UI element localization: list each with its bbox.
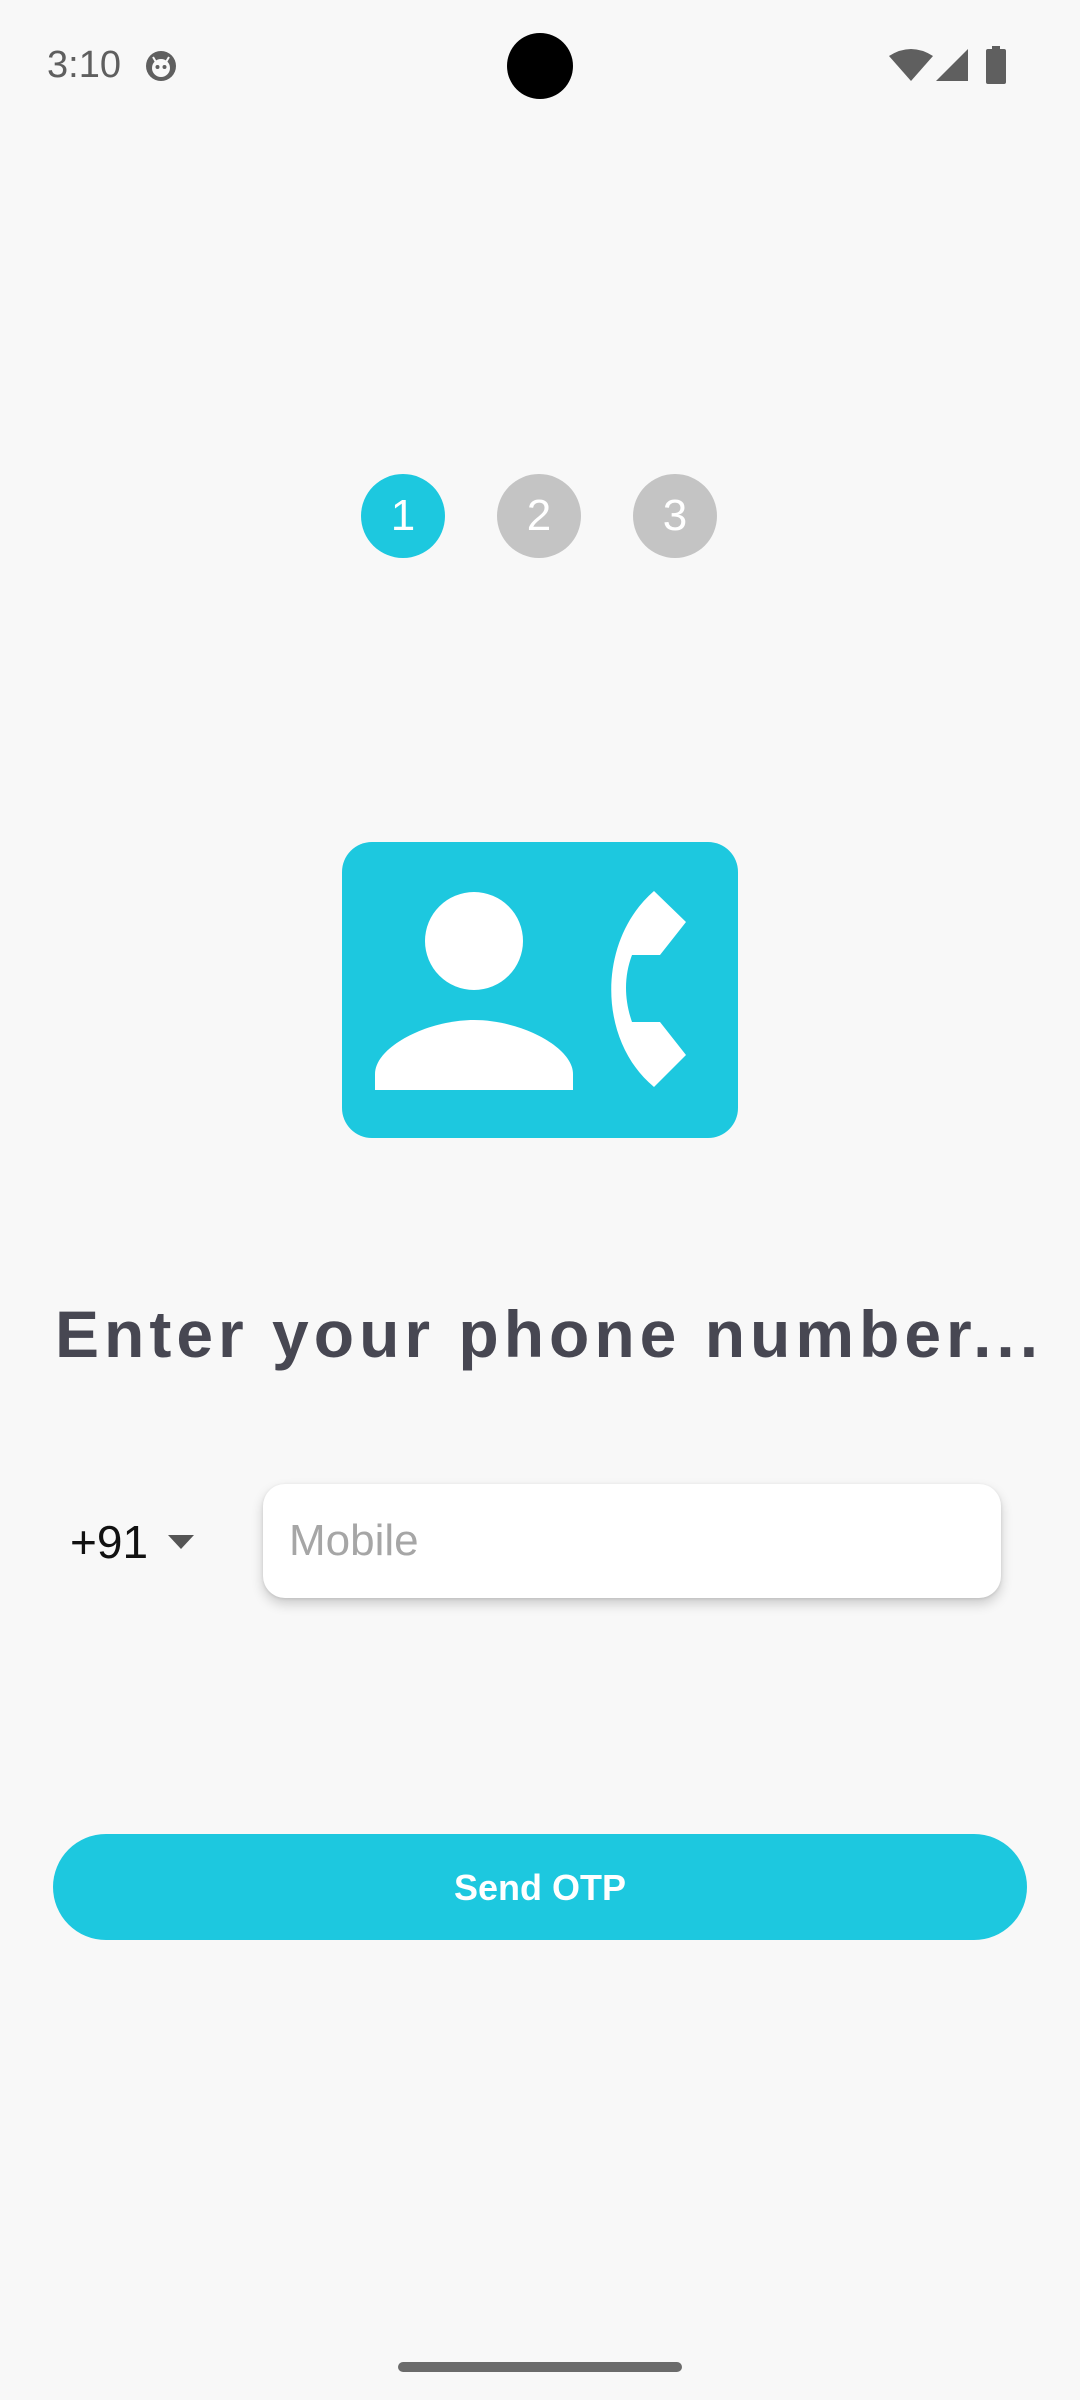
page-title: Enter your phone number... — [55, 1297, 1044, 1371]
status-time: 3:10 — [47, 44, 121, 86]
wifi-icon — [889, 49, 933, 81]
phone-verification-screen: 3:10 1 2 3 Enter your phone number... +9… — [0, 0, 1080, 2400]
camera-cutout — [507, 33, 573, 99]
country-code-value: +91 — [70, 1516, 149, 1568]
status-bar: 3:10 — [0, 0, 1080, 132]
send-otp-button[interactable]: Send OTP — [53, 1834, 1027, 1940]
caret-down-icon — [168, 1535, 195, 1549]
app-notification-icon — [146, 51, 176, 81]
mobile-number-input[interactable] — [263, 1484, 1001, 1598]
contact-phone-icon — [342, 842, 738, 1138]
country-code-picker[interactable]: +91 — [70, 1506, 210, 1578]
step-3: 3 — [633, 474, 717, 558]
step-1: 1 — [361, 474, 445, 558]
gesture-nav-handle[interactable] — [398, 2362, 682, 2372]
step-2: 2 — [497, 474, 581, 558]
battery-icon — [986, 46, 1006, 84]
step-indicator: 1 2 3 — [0, 474, 1080, 558]
signal-icon — [936, 49, 968, 81]
